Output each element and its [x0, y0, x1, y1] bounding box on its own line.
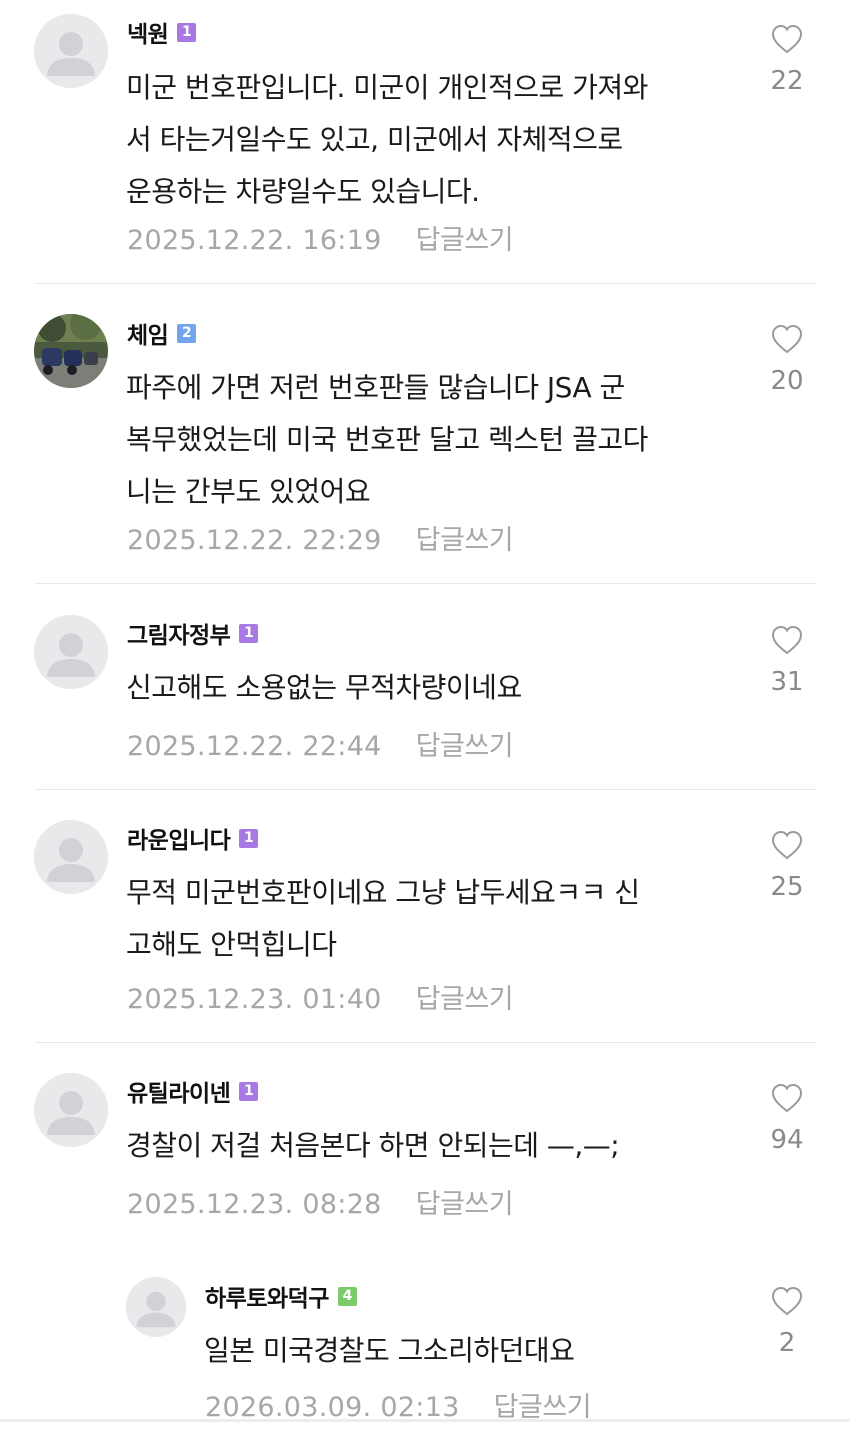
avatar[interactable] — [34, 820, 108, 894]
heart-outline-icon[interactable] — [771, 1083, 803, 1113]
avatar[interactable] — [34, 1073, 108, 1147]
comment-author[interactable]: 그림자정부 — [127, 616, 231, 650]
avatar[interactable] — [34, 314, 108, 388]
comment-date: 2025.12.22. 22:29 — [127, 525, 382, 556]
comment-text: 파주에 가면 저런 번호판들 많습니다 JSA 군 복무했었는데 미국 번호판 … — [126, 371, 648, 508]
like-control: 22 — [759, 24, 815, 96]
like-control: 31 — [759, 625, 815, 697]
like-count: 2 — [778, 1328, 796, 1358]
comment-text: 일본 미국경찰도 그소리하던대요 — [204, 1334, 575, 1367]
member-level-badge: 1 — [239, 828, 259, 848]
comment-author[interactable]: 유틸라이넨 — [127, 1074, 231, 1108]
comment-date: 2025.12.23. 01:40 — [127, 984, 382, 1015]
comment-text: 무적 미군번호판이네요 그냥 납두세요ㅋㅋ 신 고해도 안먹힙니다 — [126, 876, 640, 961]
heart-outline-icon[interactable] — [771, 24, 803, 54]
comment-date: 2025.12.22. 22:44 — [127, 731, 382, 762]
like-control: 94 — [759, 1083, 815, 1155]
comment-divider — [35, 583, 817, 584]
like-count: 94 — [770, 1125, 804, 1155]
reply-button[interactable]: 답글쓰기 — [416, 1189, 514, 1220]
person-silhouette-icon — [126, 1277, 186, 1337]
member-level-badge: 1 — [177, 22, 197, 42]
member-level-badge: 4 — [337, 1286, 357, 1306]
comment-date: 2025.12.22. 16:19 — [127, 225, 382, 256]
heart-outline-icon[interactable] — [771, 1286, 803, 1316]
comment-date: 2025.12.23. 08:28 — [127, 1189, 382, 1220]
member-level-badge: 1 — [239, 1081, 259, 1101]
comment-divider — [35, 789, 817, 790]
like-count: 20 — [770, 366, 804, 396]
reply-button[interactable]: 답글쓰기 — [416, 731, 514, 762]
like-count: 25 — [770, 872, 804, 902]
comment-author[interactable]: 체임 — [127, 316, 169, 350]
member-level-badge: 2 — [177, 323, 197, 343]
comment-author[interactable]: 하루토와덕구 — [205, 1279, 329, 1313]
like-control: 25 — [759, 830, 815, 902]
comment-text: 경찰이 저걸 처음본다 하면 안되는데 —,—; — [126, 1129, 620, 1162]
avatar[interactable] — [34, 14, 108, 88]
comment-meta: 2025.12.22. 22:44 답글쓰기 — [127, 724, 514, 763]
list-end-divider — [0, 1419, 850, 1422]
like-count: 22 — [770, 66, 804, 96]
comment-meta: 2025.12.23. 08:28 답글쓰기 — [127, 1182, 514, 1221]
like-control: 2 — [759, 1286, 815, 1358]
comment-text: 신고해도 소용없는 무적차량이네요 — [126, 671, 522, 704]
comment-text: 미군 번호판입니다. 미군이 개인적으로 가져와 서 타는거일수도 있고, 미군… — [126, 71, 648, 208]
comment-author[interactable]: 라운입니다 — [127, 821, 231, 855]
reply-button[interactable]: 답글쓰기 — [416, 984, 514, 1015]
photo-avatar-icon — [34, 314, 108, 388]
reply-button[interactable]: 답글쓰기 — [416, 525, 514, 556]
like-control: 20 — [759, 324, 815, 396]
person-silhouette-icon — [34, 14, 108, 88]
heart-outline-icon[interactable] — [771, 324, 803, 354]
member-level-badge: 1 — [239, 623, 259, 643]
like-count: 31 — [770, 667, 804, 697]
avatar[interactable] — [126, 1277, 186, 1337]
comment-divider — [35, 1042, 817, 1043]
comment-meta: 2025.12.22. 16:19 답글쓰기 — [127, 218, 514, 257]
comment-author[interactable]: 넥원 — [127, 15, 169, 49]
comment-meta: 2025.12.22. 22:29 답글쓰기 — [127, 518, 514, 557]
avatar[interactable] — [34, 615, 108, 689]
comment-meta: 2025.12.23. 01:40 답글쓰기 — [127, 977, 514, 1016]
comment-divider — [35, 283, 817, 284]
reply-button[interactable]: 답글쓰기 — [416, 225, 514, 256]
person-silhouette-icon — [34, 615, 108, 689]
heart-outline-icon[interactable] — [771, 625, 803, 655]
person-silhouette-icon — [34, 820, 108, 894]
person-silhouette-icon — [34, 1073, 108, 1147]
heart-outline-icon[interactable] — [771, 830, 803, 860]
